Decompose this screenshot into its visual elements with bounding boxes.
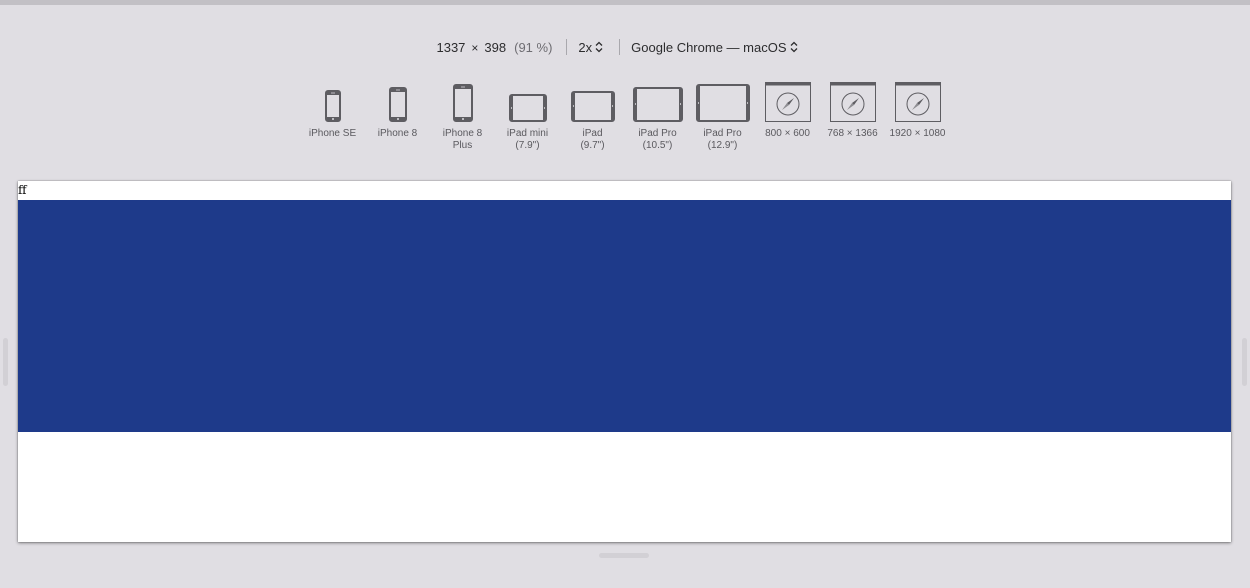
toolbar-divider [619, 39, 621, 55]
viewport-preview[interactable]: ff [18, 181, 1231, 542]
device-label: iPhone 8 Plus [442, 128, 483, 151]
device-preset-ipad-mini[interactable]: iPad mini (7.9") [495, 78, 560, 152]
device-label: iPad mini (7.9") [506, 128, 549, 151]
device-label: 1920 × 1080 [889, 128, 946, 139]
safari-window-icon [894, 82, 941, 122]
viewport-width[interactable]: 1337 [436, 40, 465, 55]
zoom-percent: (91 %) [514, 39, 553, 55]
tablet-icon [570, 91, 615, 122]
device-preset-800x600[interactable]: 800 × 600 [755, 78, 820, 152]
tablet-icon [508, 94, 547, 122]
device-preset-iphone-8[interactable]: iPhone 8 [365, 78, 430, 152]
device-label: iPad Pro (12.9") [703, 128, 742, 151]
safari-window-icon [764, 82, 811, 122]
phone-icon [452, 84, 473, 122]
chevron-up-down-icon [790, 41, 798, 53]
safari-window-icon [829, 82, 876, 122]
viewport-height[interactable]: 398 [484, 40, 506, 55]
device-label: iPhone 8 [377, 128, 418, 139]
device-preset-ipad-pro-10-5[interactable]: iPad Pro (10.5") [625, 78, 690, 152]
device-label: iPad (9.7") [580, 128, 605, 151]
chevron-up-down-icon [595, 41, 603, 53]
preview-text: ff [18, 183, 27, 197]
browser-os-dropdown[interactable]: Google Chrome — macOS [631, 40, 797, 55]
preview-banner [18, 200, 1231, 432]
device-label: iPhone SE [308, 128, 357, 139]
phone-icon [388, 87, 407, 122]
toolbar-divider [566, 39, 568, 55]
device-preset-768x1366[interactable]: 768 × 1366 [820, 78, 885, 152]
tablet-icon [632, 87, 683, 122]
device-preset-iphone-se[interactable]: iPhone SE [300, 78, 365, 152]
window-top-edge [0, 0, 1250, 5]
dimension-separator: × [471, 40, 479, 55]
browser-os-value: Google Chrome — macOS [631, 39, 787, 55]
device-label: iPad Pro (10.5") [638, 128, 677, 151]
device-label: 768 × 1366 [827, 128, 878, 139]
device-preset-ipad-pro-12-9[interactable]: iPad Pro (12.9") [690, 78, 755, 152]
device-label: 800 × 600 [765, 128, 810, 139]
responsive-toolbar: 1337 × 398 (91 %) 2x Google Chrome — macOS [0, 36, 1250, 58]
device-presets: iPhone SE iPhone 8 iPhone 8 Plus iPad mi… [0, 78, 1250, 152]
resize-handle-bottom[interactable] [599, 553, 649, 558]
pixel-ratio-value: 2x [578, 39, 593, 55]
viewport-dimensions[interactable]: 1337 × 398 [436, 40, 506, 55]
resize-handle-right[interactable] [1242, 338, 1247, 386]
resize-handle-left[interactable] [3, 338, 8, 386]
phone-icon [324, 90, 341, 122]
tablet-icon [695, 84, 750, 122]
device-preset-1920x1080[interactable]: 1920 × 1080 [885, 78, 950, 152]
device-preset-iphone-8-plus[interactable]: iPhone 8 Plus [430, 78, 495, 152]
pixel-ratio-dropdown[interactable]: 2x [578, 40, 603, 55]
device-preset-ipad[interactable]: iPad (9.7") [560, 78, 625, 152]
